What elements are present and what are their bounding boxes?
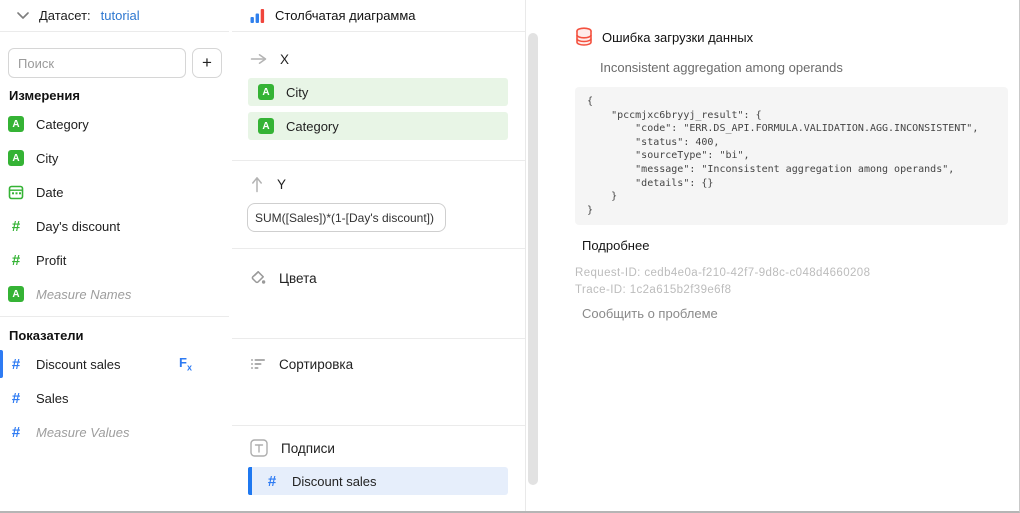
field-label: Sales: [36, 391, 69, 406]
chart-type-title: Столбчатая диаграмма: [275, 8, 416, 23]
field-chip-category[interactable]: A Category: [248, 112, 508, 140]
hash-icon: #: [8, 424, 24, 441]
sort-icon: [250, 357, 266, 371]
shelf-labels: Подписи # Discount sales: [232, 426, 525, 495]
letter-a-icon: A: [8, 150, 24, 166]
letter-a-icon: A: [8, 286, 24, 302]
field-row-discount-sales[interactable]: # Discount sales Fx: [0, 347, 229, 381]
field-row-city[interactable]: A City: [0, 141, 229, 175]
dataset-label: Датасет:: [39, 8, 91, 23]
shelf-y-label: Y: [277, 177, 286, 192]
shelf-x: X A City A Category: [232, 32, 525, 161]
add-field-button[interactable]: +: [192, 48, 222, 78]
bar-chart-icon: [250, 8, 265, 23]
dataset-name-link[interactable]: tutorial: [101, 8, 140, 23]
field-label: Measure Names: [36, 287, 131, 302]
shelf-x-label: X: [280, 52, 289, 67]
details-link[interactable]: Подробнее: [582, 238, 649, 253]
panel-scrollbar[interactable]: [528, 33, 538, 485]
formula-input[interactable]: [247, 203, 446, 232]
paint-bucket-icon: [250, 270, 266, 286]
shelf-labels-label: Подписи: [281, 441, 335, 456]
chip-label: City: [286, 85, 308, 100]
field-label: City: [36, 151, 58, 166]
shelf-y: Y: [232, 161, 525, 249]
field-row-measure-values[interactable]: # Measure Values: [0, 415, 229, 449]
error-code-block: { "pccmjxc6bryyj_result": { "code": "ERR…: [575, 87, 1008, 225]
shelf-x-header: X: [232, 32, 525, 70]
shelf-sorting-label: Сортировка: [279, 357, 353, 372]
shelf-sorting-header: Сортировка: [232, 339, 525, 375]
field-row-days-discount[interactable]: # Day's discount: [0, 209, 229, 243]
hash-icon: #: [8, 252, 24, 269]
dimensions-title: Измерения: [9, 89, 229, 103]
sidebar-divider: [0, 316, 229, 317]
field-label: Profit: [36, 253, 66, 268]
search-input[interactable]: [8, 48, 186, 78]
hash-icon: #: [8, 390, 24, 407]
measures-title: Показатели: [9, 329, 229, 343]
hash-icon: #: [8, 356, 24, 373]
letter-a-icon: A: [258, 84, 274, 100]
dataset-sidebar: Датасет: tutorial + Измерения A Category…: [0, 0, 229, 511]
error-title: Ошибка загрузки данных: [602, 30, 753, 45]
trace-id: Trace-ID: 1c2a615b2f39e6f8: [575, 284, 1018, 296]
app-window: Датасет: tutorial + Измерения A Category…: [0, 0, 1020, 513]
field-row-profit[interactable]: # Profit: [0, 243, 229, 277]
field-row-category[interactable]: A Category: [0, 107, 229, 141]
field-row-date[interactable]: Date: [0, 175, 229, 209]
hash-icon: #: [264, 473, 280, 490]
error-subtitle: Inconsistent aggregation among operands: [600, 60, 1018, 75]
search-row: +: [0, 32, 229, 78]
dataset-header: Датасет: tutorial: [0, 0, 229, 32]
field-label: Category: [36, 117, 89, 132]
chevron-down-icon[interactable]: [17, 12, 29, 20]
report-problem-link[interactable]: Сообщить о проблеме: [582, 306, 718, 321]
field-row-sales[interactable]: # Sales: [0, 381, 229, 415]
shelf-sorting: Сортировка: [232, 339, 525, 426]
shelf-colors-header: Цвета: [232, 249, 525, 289]
calendar-icon: [8, 184, 24, 200]
field-chip-discount-sales[interactable]: # Discount sales: [248, 467, 508, 495]
request-id: Request-ID: cedb4e0a-f210-42f7-9d8c-c048…: [575, 267, 1018, 279]
text-label-icon: [250, 439, 268, 457]
field-label: Date: [36, 185, 63, 200]
shelf-y-header: Y: [232, 161, 525, 195]
field-label: Day's discount: [36, 219, 120, 234]
formula-badge-icon[interactable]: Fx: [179, 356, 192, 375]
arrow-right-icon: [250, 53, 267, 65]
shelf-labels-header: Подписи: [232, 426, 525, 459]
error-panel: Ошибка загрузки данных Inconsistent aggr…: [545, 0, 1018, 321]
field-row-measure-names[interactable]: A Measure Names: [0, 277, 229, 311]
selected-field-indicator: [0, 350, 3, 378]
chip-accent-bar: [248, 467, 252, 495]
hash-icon: #: [8, 218, 24, 235]
chart-settings-panel: Столбчатая диаграмма X A City A Category: [232, 0, 526, 511]
shelf-colors: Цвета: [232, 249, 525, 339]
field-label: Discount sales: [36, 357, 121, 372]
field-label: Measure Values: [36, 425, 129, 440]
chip-label: Discount sales: [292, 474, 377, 489]
letter-a-icon: A: [258, 118, 274, 134]
shelf-colors-label: Цвета: [279, 271, 317, 286]
chart-type-header[interactable]: Столбчатая диаграмма: [232, 0, 525, 32]
field-chip-city[interactable]: A City: [248, 78, 508, 106]
chip-label: Category: [286, 119, 339, 134]
database-error-icon: [575, 27, 593, 47]
letter-a-icon: A: [8, 116, 24, 132]
arrow-up-icon: [250, 176, 264, 193]
